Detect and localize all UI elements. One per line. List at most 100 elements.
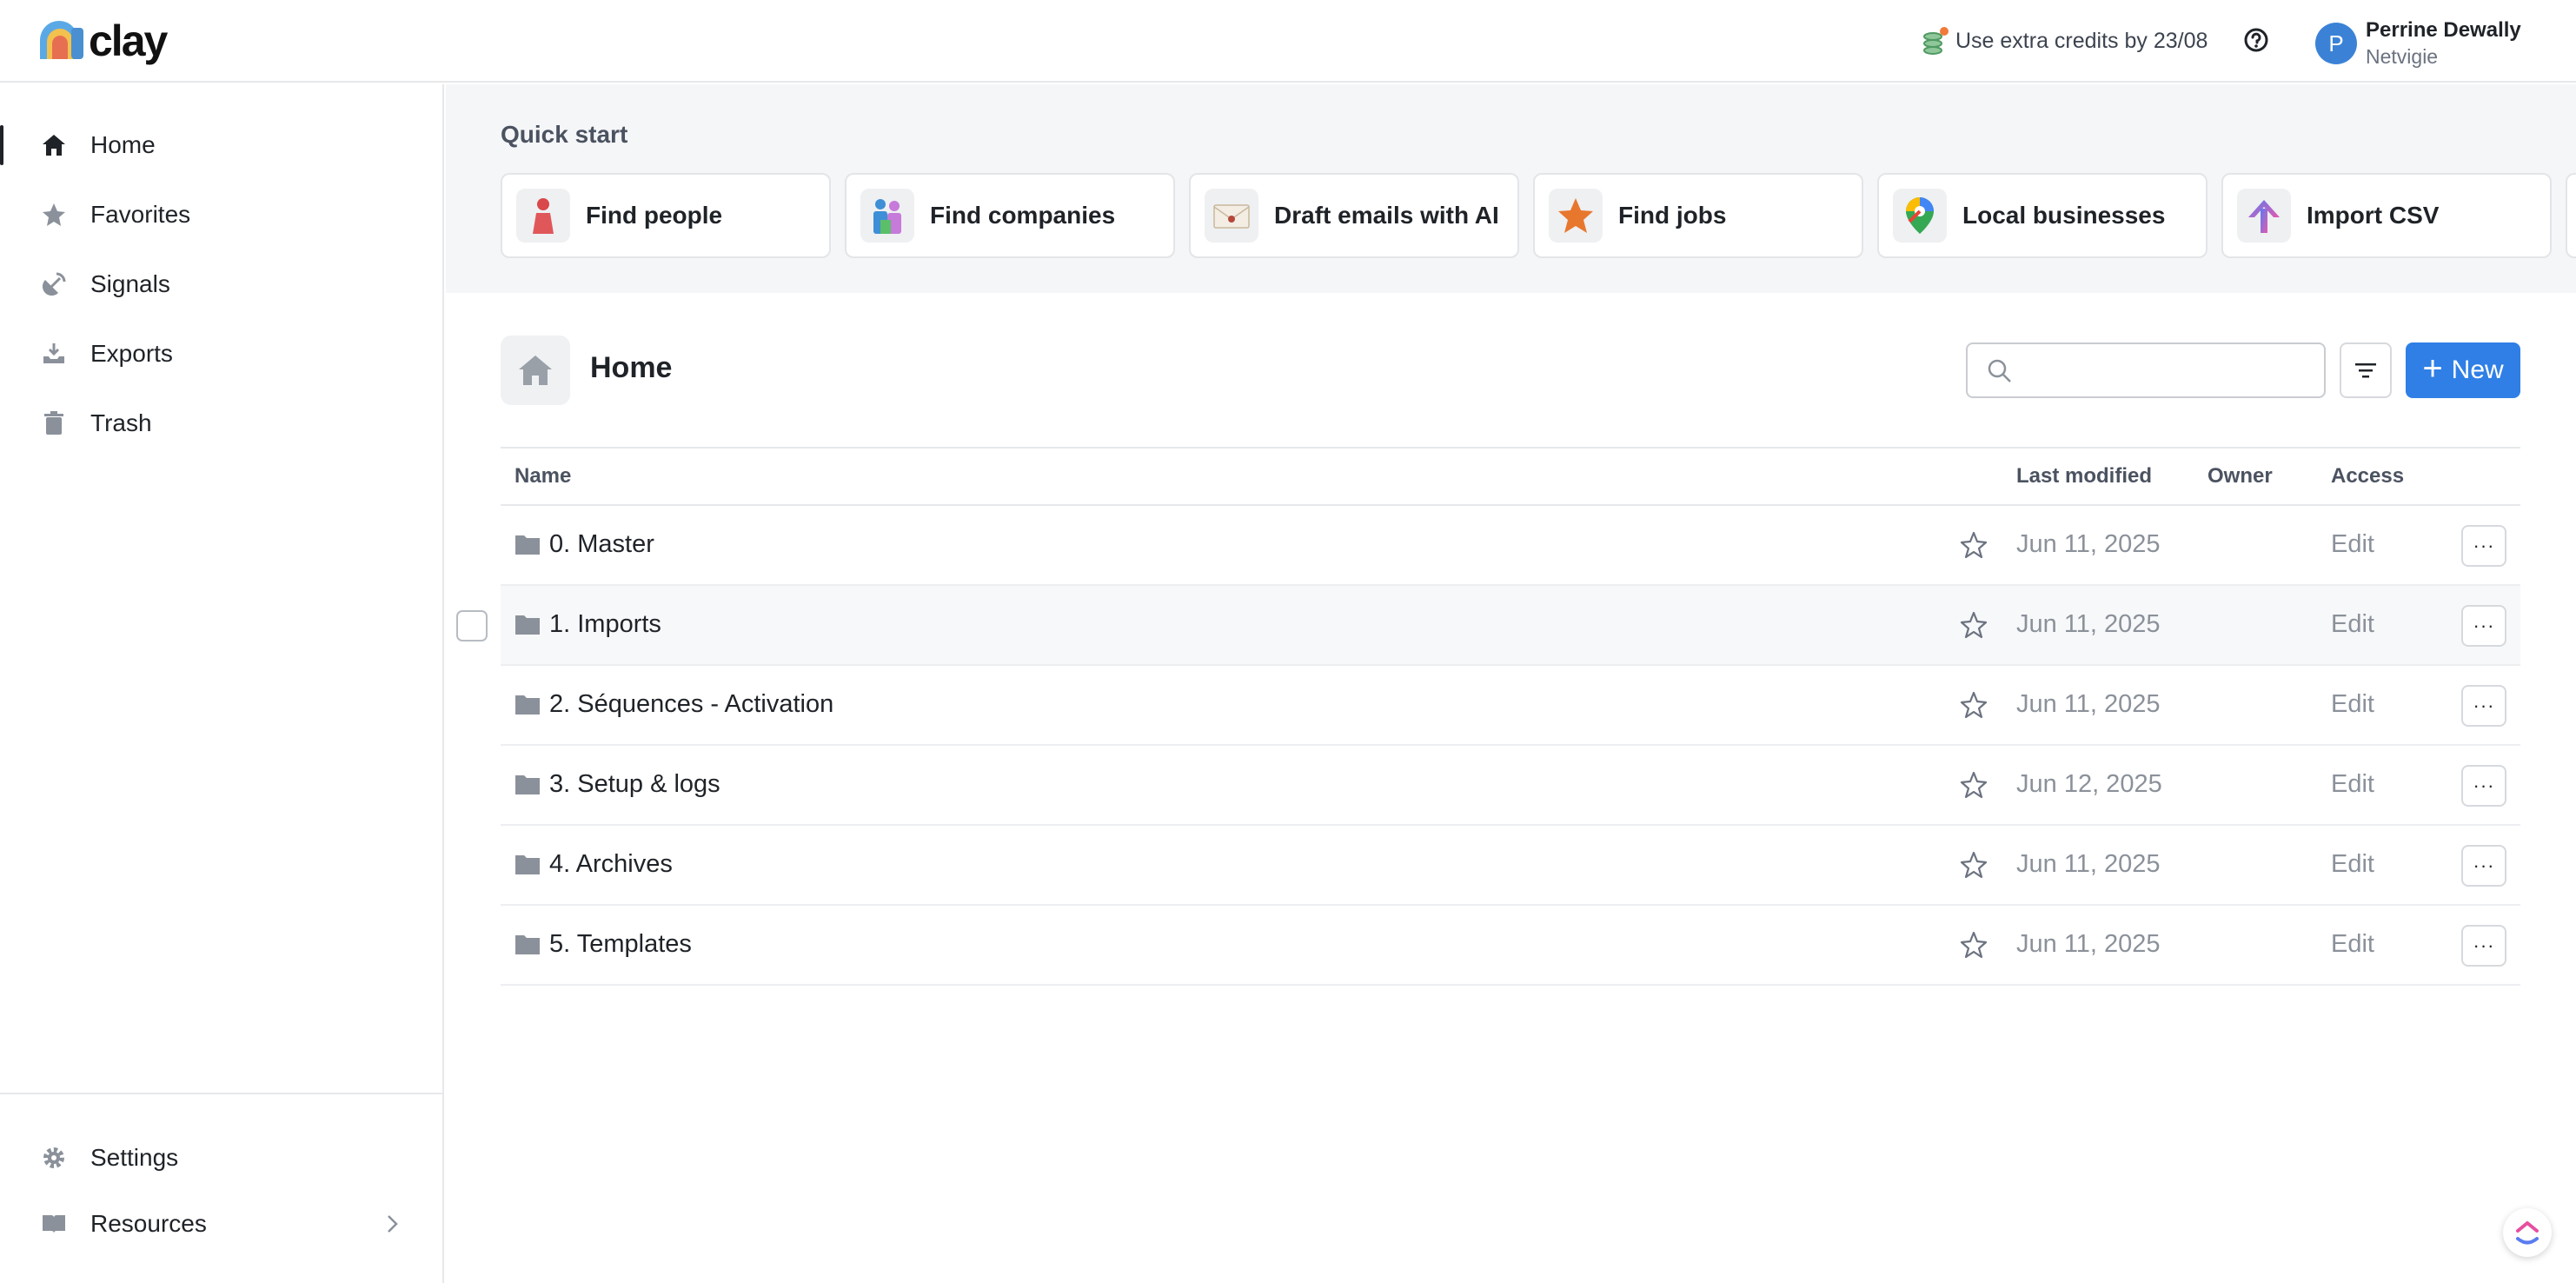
clickup-widget-button[interactable] xyxy=(2503,1208,2552,1257)
quick-start-label: Import CSV xyxy=(2307,202,2440,229)
sidebar-item-resources[interactable]: Resources xyxy=(0,1193,442,1254)
home-icon xyxy=(519,356,552,385)
table-row[interactable]: 0. Master Jun 11, 2025 Edit ··· xyxy=(501,506,2520,586)
row-more-button[interactable]: ··· xyxy=(2461,925,2506,967)
row-more-button[interactable]: ··· xyxy=(2461,685,2506,727)
row-more-button[interactable]: ··· xyxy=(2461,605,2506,647)
row-last-modified: Jun 11, 2025 xyxy=(2016,530,2161,558)
row-last-modified: Jun 11, 2025 xyxy=(2016,610,2161,638)
sidebar-item-label: Resources xyxy=(90,1210,207,1237)
chevron-right-icon xyxy=(382,1213,402,1233)
row-more-button[interactable]: ··· xyxy=(2461,845,2506,887)
quick-start-label: Find jobs xyxy=(1618,202,1727,229)
row-access: Edit xyxy=(2331,610,2374,638)
table-row[interactable]: 3. Setup & logs Jun 12, 2025 Edit ··· xyxy=(501,746,2520,826)
satellite-icon xyxy=(40,270,68,298)
row-name: 4. Archives xyxy=(549,850,673,878)
row-more-button[interactable]: ··· xyxy=(2461,525,2506,567)
user-name: Perrine Dewally xyxy=(2366,18,2521,42)
column-header-name[interactable]: Name xyxy=(515,464,571,489)
extra-credits-banner[interactable]: Use extra credits by 23/08 xyxy=(1921,24,2208,57)
clay-logo[interactable]: clay xyxy=(37,17,168,65)
star-badge-icon xyxy=(1549,189,1603,243)
upload-arrow-icon xyxy=(2237,189,2291,243)
favorite-star-icon[interactable] xyxy=(1959,930,1988,960)
clickup-icon xyxy=(2516,1221,2539,1245)
row-name: 2. Séquences - Activation xyxy=(549,690,834,718)
column-header-access[interactable]: Access xyxy=(2331,464,2404,489)
favorite-star-icon[interactable] xyxy=(1959,770,1988,800)
quick-start-label: Find companies xyxy=(930,202,1116,229)
filter-icon xyxy=(2355,363,2376,378)
plus-icon: + xyxy=(2422,349,2443,388)
sidebar-item-label: Exports xyxy=(90,340,173,367)
column-header-last-modified[interactable]: Last modified xyxy=(2016,464,2152,489)
row-more-button[interactable]: ··· xyxy=(2461,765,2506,807)
quick-start-find-jobs[interactable]: Find jobs xyxy=(1533,173,1863,258)
table-row[interactable]: 4. Archives Jun 11, 2025 Edit ··· xyxy=(501,826,2520,906)
column-header-owner[interactable]: Owner xyxy=(2208,464,2273,489)
folder-icon xyxy=(515,693,541,715)
envelope-icon xyxy=(1205,189,1258,243)
quick-start-next-card[interactable] xyxy=(2566,173,2576,258)
table-header: Name Last modified Owner Access xyxy=(501,447,2520,506)
folder-icon xyxy=(515,933,541,955)
favorite-star-icon[interactable] xyxy=(1959,610,1988,640)
table-row[interactable]: 1. Imports Jun 11, 2025 Edit ··· xyxy=(501,586,2520,666)
quick-start-find-people[interactable]: Find people xyxy=(501,173,831,258)
quick-start-local-businesses[interactable]: Local businesses xyxy=(1877,173,2208,258)
download-tray-icon xyxy=(40,340,68,368)
row-name: 1. Imports xyxy=(549,610,661,638)
clay-logo-icon xyxy=(40,21,83,59)
favorite-star-icon[interactable] xyxy=(1959,690,1988,720)
table-row[interactable]: 2. Séquences - Activation Jun 11, 2025 E… xyxy=(501,666,2520,746)
avatar: P xyxy=(2315,23,2357,64)
folder-icon xyxy=(515,533,541,555)
search-box[interactable] xyxy=(1966,342,2326,398)
search-input[interactable] xyxy=(2023,351,2310,389)
sidebar-item-label: Favorites xyxy=(90,201,191,228)
home-folder-icon-box xyxy=(501,336,570,405)
sidebar-item-exports[interactable]: Exports xyxy=(0,323,442,384)
user-org: Netvigie xyxy=(2366,45,2439,68)
new-button[interactable]: + New xyxy=(2406,342,2520,398)
row-name: 3. Setup & logs xyxy=(549,770,720,798)
folder-icon xyxy=(515,773,541,795)
people-group-icon xyxy=(860,189,914,243)
row-last-modified: Jun 11, 2025 xyxy=(2016,690,2161,718)
sidebar-divider xyxy=(0,1093,442,1094)
quick-start-title: Quick start xyxy=(501,121,628,148)
row-access: Edit xyxy=(2331,930,2374,958)
row-last-modified: Jun 11, 2025 xyxy=(2016,930,2161,958)
sidebar-item-settings[interactable]: Settings xyxy=(0,1127,442,1188)
table-row[interactable]: 5. Templates Jun 11, 2025 Edit ··· xyxy=(501,906,2520,986)
new-button-label: New xyxy=(2451,356,2504,384)
credits-text: Use extra credits by 23/08 xyxy=(1955,28,2208,53)
gear-icon xyxy=(40,1144,68,1172)
app-name: clay xyxy=(89,17,168,65)
row-last-modified: Jun 11, 2025 xyxy=(2016,850,2161,878)
sidebar-item-label: Settings xyxy=(90,1144,179,1171)
sidebar-item-signals[interactable]: Signals xyxy=(0,254,442,315)
sidebar-item-label: Home xyxy=(90,131,156,158)
row-access: Edit xyxy=(2331,690,2374,718)
trash-icon xyxy=(40,409,68,437)
row-select-checkbox[interactable] xyxy=(456,610,488,642)
star-icon xyxy=(40,201,68,229)
help-icon[interactable] xyxy=(2242,26,2270,54)
favorite-star-icon[interactable] xyxy=(1959,850,1988,880)
quick-start-find-companies[interactable]: Find companies xyxy=(845,173,1175,258)
home-icon xyxy=(40,131,68,159)
quick-start-draft-emails[interactable]: Draft emails with AI xyxy=(1189,173,1519,258)
sidebar-item-favorites[interactable]: Favorites xyxy=(0,184,442,245)
row-access: Edit xyxy=(2331,770,2374,798)
book-icon xyxy=(40,1210,68,1238)
sidebar-item-trash[interactable]: Trash xyxy=(0,393,442,454)
person-icon xyxy=(516,189,570,243)
quick-start-import-csv[interactable]: Import CSV xyxy=(2221,173,2552,258)
row-name: 0. Master xyxy=(549,530,654,558)
filter-button[interactable] xyxy=(2340,342,2392,398)
user-menu[interactable]: P Perrine Dewally Netvigie xyxy=(2315,17,2521,70)
sidebar-item-home[interactable]: Home xyxy=(0,115,442,176)
favorite-star-icon[interactable] xyxy=(1959,530,1988,560)
